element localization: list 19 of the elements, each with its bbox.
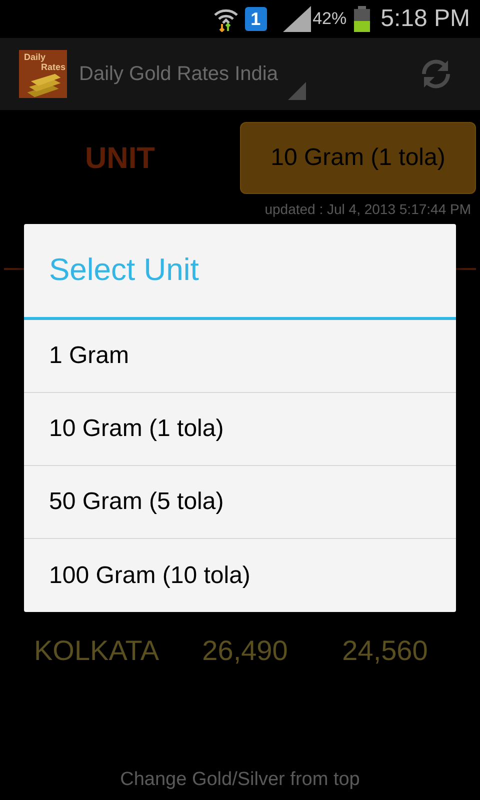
notification-badge: 1 [244,7,267,31]
table-cell-text: 26,490 [201,634,289,668]
unit-option[interactable]: 50 Gram (5 tola) [24,466,456,539]
dialog-title: Select Unit [49,251,199,290]
battery-icon [352,6,371,32]
table-cell-text: KOLKATA [33,634,160,668]
table-cell-text: 24,560 [341,634,429,668]
dropdown-corner-icon[interactable] [288,82,306,100]
clock: 5:18 PM [380,4,470,34]
unit-label: UNIT [84,140,156,176]
updated-time: updated : Jul 4, 2013 5:17:44 PM [264,200,471,219]
signal-icon [282,6,311,32]
unit-option[interactable]: 100 Gram (10 tola) [24,539,456,612]
unit-option[interactable]: 1 Gram [24,320,456,393]
logo-text: Daily [24,52,47,62]
logo-text: Rates [40,62,67,72]
battery-percent: 42% [312,8,347,30]
unit-option[interactable]: 10 Gram (1 tola) [24,393,456,466]
footer-hint: Change Gold/Silver from top [120,768,360,792]
